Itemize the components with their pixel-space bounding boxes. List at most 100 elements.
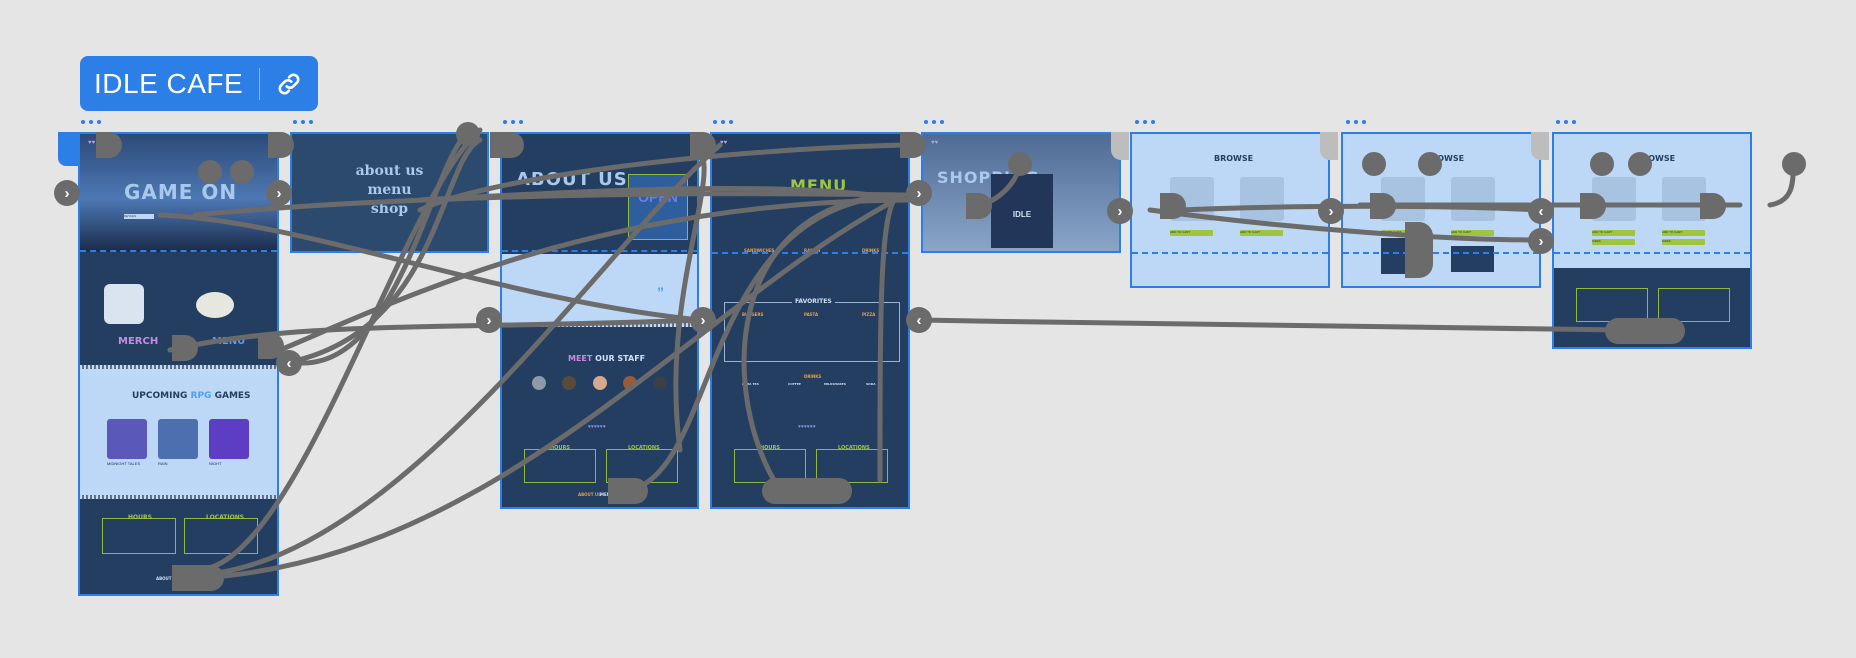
hero-title: GAME ON xyxy=(124,180,238,204)
forward-arrow-icon[interactable]: › xyxy=(266,180,292,206)
game-card-image[interactable] xyxy=(107,419,147,459)
hotspot-handle[interactable] xyxy=(268,132,294,158)
back-arrow-icon[interactable]: ‹ xyxy=(276,350,302,376)
carousel-hearts[interactable]: ♥♥♥♥♥♥ xyxy=(798,424,816,430)
back-arrow-icon[interactable]: ‹ xyxy=(1528,198,1554,224)
our-staff-words: OUR STAFF xyxy=(595,354,646,363)
section-divider xyxy=(1554,252,1750,254)
quote-icon: ” xyxy=(657,284,664,300)
hours-label: HOURS xyxy=(550,445,570,451)
hotspot-handle[interactable] xyxy=(966,193,992,219)
sizes-button[interactable]: SIZES xyxy=(1592,239,1635,245)
hotspot-handle[interactable] xyxy=(1700,193,1726,219)
forward-arrow-icon[interactable]: › xyxy=(906,180,932,206)
favorite-item: PASTA xyxy=(804,312,819,317)
frame-options-home[interactable] xyxy=(81,120,101,126)
hotspot-handle[interactable] xyxy=(1405,222,1433,278)
frame-options-browse-3[interactable] xyxy=(1556,120,1576,126)
drink-column: MILKSHAKES xyxy=(824,382,846,386)
frame-options-nav[interactable] xyxy=(293,120,313,126)
about-title: ABOUT US xyxy=(516,169,628,190)
frame-menu[interactable]: ♥♥ MENU SANDWICHES RAMEN DRINKS FAVORITE… xyxy=(710,132,910,509)
product-image[interactable] xyxy=(1451,177,1495,221)
back-arrow-icon[interactable]: ‹ xyxy=(906,307,932,333)
forward-arrow-icon[interactable]: › xyxy=(1528,228,1554,254)
hotspot-handle[interactable] xyxy=(690,132,716,158)
add-to-cart-button[interactable]: ADD TO CART xyxy=(1170,230,1213,236)
forward-arrow-icon[interactable]: › xyxy=(690,307,716,333)
hotspot-handle[interactable] xyxy=(490,132,524,158)
locations-box xyxy=(184,518,258,554)
menu-label[interactable]: MENU xyxy=(212,336,245,347)
nav-item-shop[interactable]: shop xyxy=(292,200,487,219)
shopping-bag-image: IDLE xyxy=(991,174,1053,248)
staff-title: MEET OUR STAFF xyxy=(568,354,645,363)
connection-target-dot[interactable] xyxy=(1590,152,1614,176)
link-icon[interactable] xyxy=(260,56,318,111)
frame-options-menu[interactable] xyxy=(713,120,733,126)
footer-about-link[interactable]: ABOUT US xyxy=(578,492,601,497)
forward-arrow-icon[interactable]: › xyxy=(1318,198,1344,224)
add-to-cart-button[interactable]: ADD TO CART xyxy=(1451,230,1494,236)
frame-options-browse-1[interactable] xyxy=(1135,120,1155,126)
game-title: RAIN xyxy=(158,461,168,466)
connection-target-dot[interactable] xyxy=(198,160,222,184)
hotspot-handle[interactable] xyxy=(1605,318,1685,344)
sizes-button[interactable]: SIZES xyxy=(1662,239,1705,245)
forward-arrow-icon[interactable]: › xyxy=(476,307,502,333)
connection-target-dot[interactable] xyxy=(1628,152,1652,176)
frame-home[interactable]: ♥♥ GAME ON DETAILS MERCH MENU UPCOMING R… xyxy=(78,132,279,596)
back-arrow-icon[interactable]: › xyxy=(54,180,80,206)
connection-target-dot[interactable] xyxy=(1008,152,1032,176)
flow-starting-point-chip[interactable]: IDLE CAFE xyxy=(80,56,319,111)
frame-about-us[interactable]: ♥♥ ABOUT US OPEN ” MEET OUR STAFF ♥♥♥♥♥♥… xyxy=(500,132,699,509)
hotspot-handle[interactable] xyxy=(608,478,648,504)
hotspot-handle[interactable] xyxy=(900,132,926,158)
menu-category: RAMEN xyxy=(804,248,821,253)
hotspot-handle[interactable] xyxy=(96,132,122,158)
hotspot-handle[interactable] xyxy=(172,565,224,591)
connection-target-dot[interactable] xyxy=(1418,152,1442,176)
section-divider xyxy=(502,323,697,327)
game-card-image[interactable] xyxy=(158,419,198,459)
hotspot-handle[interactable] xyxy=(1160,193,1186,219)
size-dropdown[interactable] xyxy=(1451,246,1494,272)
frame-shopping[interactable]: ♥♥ SHOPPING IDLE xyxy=(921,132,1121,253)
menu-category: SANDWICHES xyxy=(744,248,775,253)
game-card-image[interactable] xyxy=(209,419,249,459)
hotspot-handle[interactable] xyxy=(762,478,852,504)
open-sign-image: OPEN xyxy=(628,174,688,240)
hotspot-handle[interactable] xyxy=(1580,193,1606,219)
frame-nav-menu[interactable]: about us menu shop xyxy=(290,132,489,253)
frame-options-about[interactable] xyxy=(503,120,523,126)
hours-box xyxy=(102,518,176,554)
merch-label[interactable]: MERCH xyxy=(118,336,158,347)
nav-item-about[interactable]: about us xyxy=(292,162,487,181)
forward-arrow-icon[interactable]: › xyxy=(1107,198,1133,224)
add-to-cart-button[interactable]: ADD TO CART xyxy=(1592,230,1635,236)
section-divider xyxy=(1132,252,1328,254)
drinks-label: DRINKS xyxy=(804,374,822,379)
frame-browse-3[interactable]: BROWSE ADD TO CART ADD TO CART SIZES SIZ… xyxy=(1552,132,1752,349)
idle-logo: ♥♥ xyxy=(931,140,939,146)
browse-title: BROWSE xyxy=(1214,154,1254,163)
connection-target-dot[interactable] xyxy=(1362,152,1386,176)
add-to-cart-button[interactable]: ADD TO CART xyxy=(1662,230,1705,236)
add-to-cart-button[interactable]: ADD TO CART xyxy=(1240,230,1283,236)
hotspot-handle[interactable] xyxy=(172,335,198,361)
connection-target-dot[interactable] xyxy=(1782,152,1806,176)
section-divider xyxy=(1343,252,1539,254)
hotspot-handle[interactable] xyxy=(1370,193,1396,219)
games-word: GAMES xyxy=(214,391,251,401)
nav-item-menu[interactable]: menu xyxy=(292,181,487,200)
menu-category: DRINKS xyxy=(862,248,880,253)
frame-options-shopping[interactable] xyxy=(924,120,944,126)
hero-details-button[interactable]: DETAILS xyxy=(124,214,154,219)
product-image[interactable] xyxy=(1240,177,1284,221)
locations-label: LOCATIONS xyxy=(838,445,870,451)
frame-options-browse-2[interactable] xyxy=(1346,120,1366,126)
connection-target-dot[interactable] xyxy=(456,122,480,146)
flow-start-marker xyxy=(58,132,80,166)
carousel-hearts[interactable]: ♥♥♥♥♥♥ xyxy=(588,424,606,430)
connection-target-dot[interactable] xyxy=(230,160,254,184)
